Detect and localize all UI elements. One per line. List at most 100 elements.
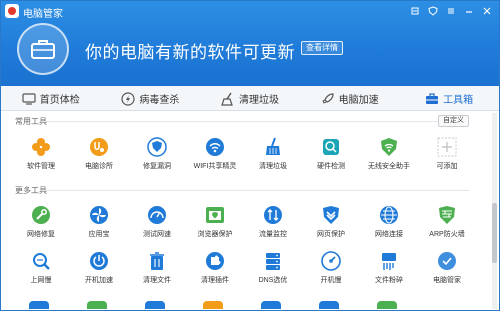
toolbox-content: 常用工具 自定义 软件管理 电脑诊所 修复漏洞 WIFI共享精灵 清理垃圾 硬件…: [1, 111, 499, 310]
scrollbar-thumb[interactable]: [492, 203, 497, 263]
tool-pc-clinic[interactable]: 电脑诊所: [70, 137, 128, 177]
tool-label: 清理文件: [143, 277, 171, 284]
shield-icon: [147, 137, 167, 157]
tool-app-store[interactable]: 应用宝: [70, 205, 128, 245]
tool-dns-optimize[interactable]: DNS选优: [244, 251, 302, 291]
tool-label: 清理垃圾: [259, 163, 287, 170]
tool-clean-files[interactable]: 清理文件: [128, 251, 186, 291]
tool-label: 电脑诊所: [85, 163, 113, 170]
section-divider: [41, 121, 439, 122]
tab-home-checkup[interactable]: 首页体检: [1, 86, 101, 111]
tool-label: 文件粉碎: [375, 277, 403, 284]
tool-label: WIFI共享精灵: [193, 163, 237, 170]
tool-browser-protect[interactable]: 浏览器保护: [186, 205, 244, 245]
tool-label: 流量监控: [259, 231, 287, 238]
tool-fix-vulnerabilities[interactable]: 修复漏洞: [128, 137, 186, 177]
power-icon: [89, 251, 109, 271]
tool-icon-peek: [87, 301, 107, 309]
wrench-icon: [31, 205, 51, 225]
monitor-icon: [22, 92, 36, 106]
chip-icon: [321, 137, 341, 157]
toolbox-icon: [425, 92, 439, 106]
tool-clean-junk[interactable]: 清理垃圾: [244, 137, 302, 177]
scrollbar[interactable]: [492, 113, 497, 309]
speedometer-icon: [147, 205, 167, 225]
tab-label: 首页体检: [39, 95, 80, 106]
tool-label: 可添加: [436, 163, 458, 170]
tool-label: 软件管理: [27, 163, 55, 170]
traffic-arrows-icon: [263, 205, 283, 225]
web-shield-icon: [321, 205, 341, 225]
firewall-icon: [437, 205, 457, 225]
tab-clean-junk[interactable]: 清理垃圾: [200, 86, 300, 111]
tool-clean-plugins[interactable]: 清理插件: [186, 251, 244, 291]
tool-label: 上网慢: [30, 277, 52, 284]
tab-label: 电脑加速: [338, 95, 379, 106]
next-row-peek: [29, 301, 449, 310]
trash-icon: [147, 251, 167, 271]
more-tools-row: 上网慢 开机加速 清理文件 清理插件 DNS选优 开机慢 文件粉碎 电脑管家: [9, 251, 469, 291]
tool-hardware-check[interactable]: 硬件检测: [302, 137, 360, 177]
menu-icon[interactable]: [443, 3, 459, 19]
wifi-icon: [205, 137, 225, 157]
tool-label: 开机加速: [85, 277, 113, 284]
tool-arp-firewall[interactable]: ARP防火墙: [418, 205, 476, 245]
common-tools-row: 软件管理 电脑诊所 修复漏洞 WIFI共享精灵 清理垃圾 硬件检测 无线安全助手…: [9, 137, 469, 177]
globe-icon: [379, 205, 399, 225]
tool-label: 网页保护: [317, 231, 345, 238]
tool-wireless-security[interactable]: 无线安全助手: [360, 137, 418, 177]
stethoscope-icon: [89, 137, 109, 157]
broom-icon: [263, 137, 283, 157]
tool-label: 硬件检测: [317, 163, 345, 170]
shield-menu-icon[interactable]: [425, 3, 441, 19]
tool-software-manager[interactable]: 软件管理: [12, 137, 70, 177]
tool-network-connections[interactable]: 网络连接: [360, 205, 418, 245]
section-divider: [41, 190, 469, 191]
magnifier-icon: [31, 251, 51, 271]
tab-label: 工具箱: [443, 95, 474, 106]
tool-icon-peek: [29, 301, 49, 309]
app-title: 电脑管家: [23, 9, 63, 20]
customize-button[interactable]: 自定义: [438, 115, 469, 127]
tool-icon-peek: [261, 301, 281, 309]
tab-speed-up[interactable]: 电脑加速: [300, 86, 400, 111]
tool-speed-test[interactable]: 测试网速: [128, 205, 186, 245]
tool-label: 测试网速: [143, 231, 171, 238]
tool-slow-boot[interactable]: 开机慢: [302, 251, 360, 291]
tool-file-shredder[interactable]: 文件粉碎: [360, 251, 418, 291]
tool-web-protect[interactable]: 网页保护: [302, 205, 360, 245]
tool-label: 无线安全助手: [368, 163, 410, 170]
tool-label: 修复漏洞: [143, 163, 171, 170]
update-message: 你的电脑有新的软件可更新: [85, 43, 295, 62]
tool-network-repair[interactable]: 网络修复: [12, 205, 70, 245]
main-tabs: 首页体检 病毒查杀 清理垃圾 电脑加速 工具箱: [1, 86, 499, 111]
tool-traffic-monitor[interactable]: 流量监控: [244, 205, 302, 245]
tool-boot-speedup[interactable]: 开机加速: [70, 251, 128, 291]
plus-icon: [437, 137, 457, 157]
app-window: 电脑管家 你的电脑有新的软件可更新 查看详情 首页体检 病毒查杀 清理垃圾 电脑…: [0, 0, 500, 311]
shredder-icon: [379, 251, 399, 271]
minimize-icon[interactable]: [461, 3, 477, 19]
pinwheel-icon: [89, 205, 109, 225]
tool-add-slot[interactable]: 可添加: [418, 137, 476, 177]
tab-virus-scan[interactable]: 病毒查杀: [101, 86, 201, 111]
tool-label: ARP防火墙: [429, 231, 465, 238]
wifi-icon: [379, 137, 399, 157]
close-icon[interactable]: [479, 3, 495, 19]
window-controls: [407, 3, 495, 19]
tool-pc-manager-watermark[interactable]: 电脑管家: [418, 251, 476, 291]
tool-label: 网络连接: [375, 231, 403, 238]
tool-label: 浏览器保护: [197, 231, 233, 238]
tab-toolbox[interactable]: 工具箱: [399, 86, 499, 111]
tool-icon-peek: [319, 301, 339, 309]
tool-wifi-share[interactable]: WIFI共享精灵: [186, 137, 244, 177]
view-details-button[interactable]: 查看详情: [301, 41, 343, 55]
puzzle-icon: [205, 251, 225, 271]
watermark-icon: [437, 251, 457, 271]
rocket-icon: [321, 92, 335, 106]
tool-slow-internet[interactable]: 上网慢: [12, 251, 70, 291]
skin-icon[interactable]: [407, 3, 423, 19]
more-tools-row: 网络修复 应用宝 测试网速 浏览器保护 流量监控 网页保护 网络连接 ARP防火…: [9, 205, 469, 245]
header: 电脑管家 你的电脑有新的软件可更新 查看详情: [1, 1, 499, 86]
tab-label: 清理垃圾: [238, 95, 279, 106]
